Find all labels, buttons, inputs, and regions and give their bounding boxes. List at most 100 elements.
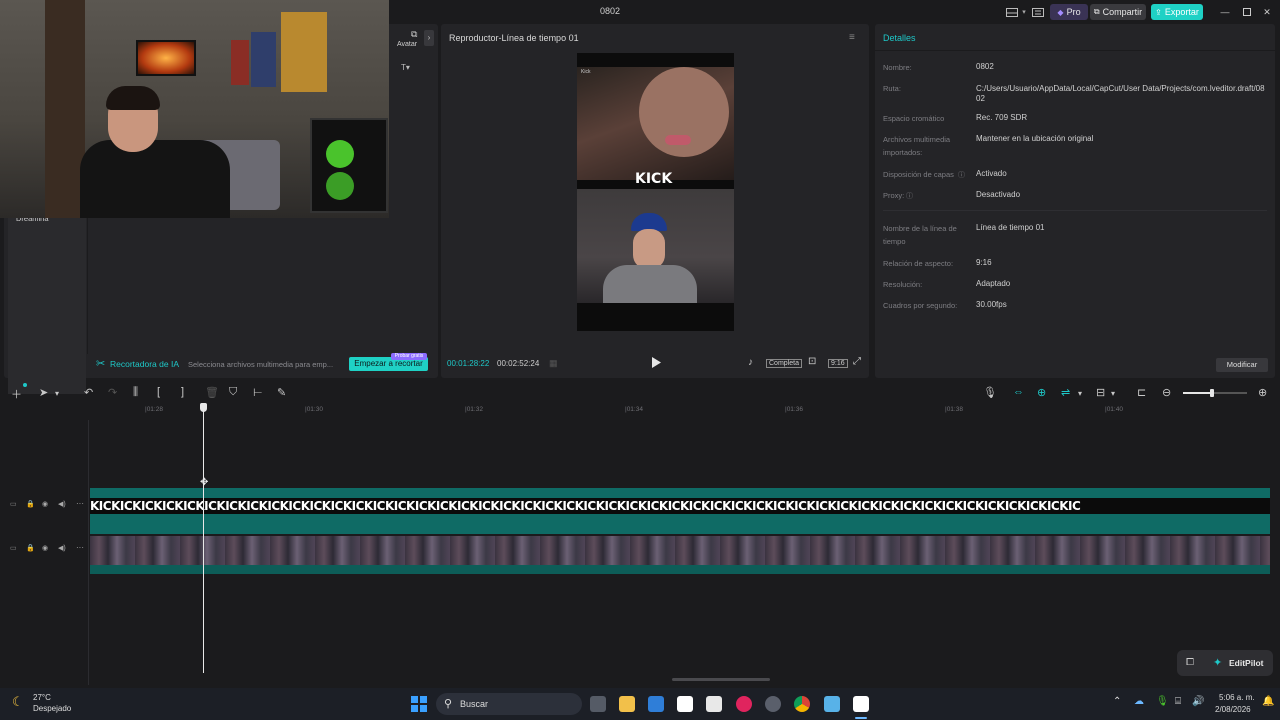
more-icon[interactable]: ···	[76, 543, 84, 552]
modify-button[interactable]: Modificar	[1216, 358, 1268, 372]
full-quality-button[interactable]: Completa	[766, 359, 802, 368]
video-clip-track[interactable]	[90, 536, 1270, 574]
network-icon[interactable]: ⌸	[1175, 696, 1181, 707]
ruler-tick: |01:40	[1105, 406, 1123, 413]
lock-icon[interactable]: 🔒	[26, 500, 35, 508]
active-app-indicator	[855, 717, 867, 719]
magic-edit-icon[interactable]: ✎	[277, 386, 286, 399]
minimize-button[interactable]: —	[1218, 4, 1232, 20]
more-icon[interactable]: ···	[76, 499, 84, 508]
timeline-ruler[interactable]	[90, 404, 1280, 416]
play-button[interactable]	[651, 357, 663, 369]
search-box[interactable]: ⚲ Buscar	[436, 693, 582, 715]
aspect-ratio-button[interactable]: 9:16	[828, 359, 848, 368]
lock-icon[interactable]: 🔒	[26, 544, 35, 552]
clock-time[interactable]: 5:06 a. m.	[1219, 693, 1255, 702]
bookshelf	[45, 0, 85, 218]
preview-axis-icon[interactable]: ⊟	[1096, 386, 1105, 399]
preview-small-caption: Kick	[581, 69, 591, 75]
media-player-icon[interactable]	[736, 696, 752, 712]
chevron-down-icon[interactable]: ▾	[1078, 389, 1082, 398]
zoom-slider-handle[interactable]	[1210, 389, 1214, 397]
eye-icon[interactable]: ◉	[42, 544, 48, 552]
task-view-icon[interactable]	[590, 696, 606, 712]
chevron-down-icon[interactable]: ▾	[55, 389, 59, 398]
delete-icon[interactable]: 🗑	[205, 386, 219, 399]
onedrive-icon[interactable]: ☁	[1134, 696, 1144, 707]
zoom-out-icon[interactable]: ⊖	[1162, 386, 1171, 399]
maximize-button[interactable]	[1240, 4, 1254, 20]
detail-value-name: 0802	[976, 62, 994, 71]
detail-value-path: C:/Users/Usuario/AppData/Local/CapCut/Us…	[976, 84, 1265, 103]
preview-lips	[665, 135, 691, 145]
feedback-icon[interactable]: ⧠	[1186, 657, 1194, 668]
menu-icon[interactable]: ≡	[849, 32, 855, 43]
share-icon: ⧉	[1093, 7, 1100, 16]
undo-icon[interactable]: ↶	[84, 386, 93, 399]
expand-panel-button[interactable]: ›	[424, 30, 434, 46]
detail-label-imported-media: Archivos multimedia importados:	[883, 135, 951, 157]
shortcut-icon[interactable]	[1030, 4, 1046, 20]
text-clip-track[interactable]: KICKICKICKICKICKICKICKICKICKICKICKICKICK…	[90, 488, 1270, 534]
windows-start-icon[interactable]	[411, 696, 427, 712]
capcut-icon[interactable]	[677, 696, 693, 712]
ruler-tick: |01:38	[945, 406, 963, 413]
preview-video[interactable]: Kick KICK	[577, 53, 734, 331]
layout-icon[interactable]	[1004, 4, 1020, 20]
mail-icon[interactable]	[648, 696, 664, 712]
chevron-up-icon[interactable]: ⌃	[1113, 696, 1121, 707]
select-tool-icon[interactable]: ➤	[39, 386, 48, 399]
text-style-dropdown[interactable]: T▾	[401, 63, 410, 72]
trim-right-icon[interactable]: ]	[181, 386, 184, 398]
shield-icon[interactable]: ⛉	[229, 386, 237, 399]
caption-icon[interactable]: ⊏	[1137, 386, 1146, 399]
file-explorer-icon[interactable]	[619, 696, 635, 712]
capcut-active-icon[interactable]	[853, 696, 869, 712]
info-icon[interactable]: ⓘ	[958, 170, 965, 180]
playhead-handle[interactable]	[200, 403, 207, 412]
editpilot-widget[interactable]: ⧠ ✦ EditPilot	[1177, 650, 1273, 676]
microphone-icon[interactable]: 🎙	[1156, 696, 1169, 707]
timeline-scrollbar[interactable]	[672, 678, 770, 681]
zoom-slider[interactable]	[1183, 389, 1247, 397]
chrome-icon[interactable]	[794, 696, 810, 712]
speaker-icon[interactable]: ◀)	[58, 544, 66, 552]
export-button[interactable]: ⇪ Exportar	[1151, 4, 1203, 20]
text-clip-label: KICKICKICKICKICKICKICKICKICKICKICKICKICK…	[90, 499, 1081, 513]
microphone-icon[interactable]: 🎙	[983, 386, 997, 399]
chevron-down-icon[interactable]: ▾	[1111, 389, 1115, 398]
redo-icon[interactable]: ↷	[108, 386, 117, 399]
preview-body	[603, 265, 697, 303]
track-cover-icon[interactable]: ▭	[10, 544, 17, 552]
snap-icon[interactable]: ⇌	[1061, 386, 1070, 399]
eye-icon[interactable]: ◉	[42, 500, 48, 508]
volume-icon[interactable]: 🔊	[1192, 696, 1204, 707]
split-icon[interactable]: ⫼	[133, 386, 138, 399]
playhead[interactable]	[203, 403, 204, 673]
screenshot-icon[interactable]: ⊡	[808, 356, 816, 367]
link-clips-icon[interactable]: ⇔	[1013, 386, 1024, 398]
notification-bell-icon[interactable]: 🔔	[1262, 696, 1274, 707]
close-button[interactable]: ✕	[1260, 4, 1274, 20]
avatar-tab[interactable]: Avatar	[397, 41, 417, 48]
clock-date[interactable]: 2/08/2026	[1215, 705, 1251, 714]
zoom-in-icon[interactable]: ⊕	[1258, 386, 1267, 399]
trim-left-icon[interactable]: [	[157, 386, 160, 398]
store-icon[interactable]	[706, 696, 722, 712]
share-button[interactable]: ⧉ Compartir	[1090, 4, 1146, 20]
freeze-icon[interactable]: ⊢	[253, 386, 263, 399]
speaker-icon[interactable]: ◀)	[58, 500, 66, 508]
track-cover-icon[interactable]: ▭	[10, 500, 17, 508]
streamer-hair	[106, 86, 160, 110]
info-icon[interactable]: ⓘ	[906, 191, 913, 201]
pro-button[interactable]: ◆ Pro	[1050, 4, 1088, 20]
fullscreen-icon[interactable]: ⤢	[853, 356, 861, 367]
discord-icon[interactable]	[765, 696, 781, 712]
tiktok-icon[interactable]: ♪	[748, 357, 753, 368]
dropdown-icon[interactable]: ▾	[1020, 4, 1028, 20]
details-panel: Detalles Nombre: 0802 Ruta: C:/Users/Usu…	[875, 24, 1275, 378]
editpilot-label: EditPilot	[1229, 658, 1264, 668]
magnet-icon[interactable]: ⊕	[1037, 386, 1046, 399]
notepad-icon[interactable]	[824, 696, 840, 712]
add-icon[interactable]: ＋	[11, 386, 22, 402]
